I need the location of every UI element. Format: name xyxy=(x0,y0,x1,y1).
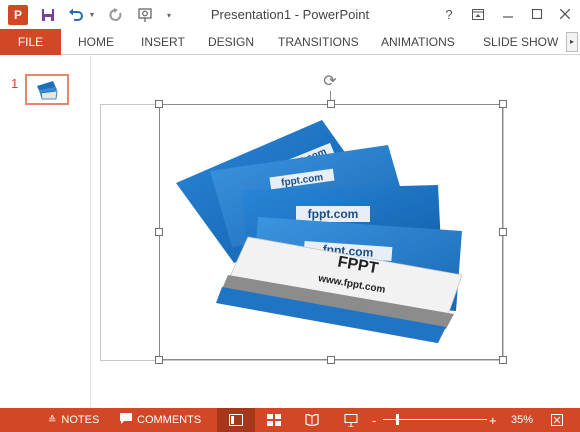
zoom-slider-thumb[interactable] xyxy=(396,414,399,425)
rotate-handle-icon[interactable]: ⟳ xyxy=(321,73,339,91)
slide-show-icon xyxy=(344,413,358,427)
notes-label: NOTES xyxy=(61,414,100,426)
minimize-icon[interactable] xyxy=(496,3,520,25)
resize-handle-bottom-right[interactable] xyxy=(499,356,507,364)
tab-design[interactable]: DESIGN xyxy=(208,29,254,55)
card-url-text: fppt.com xyxy=(308,207,359,221)
resize-handle-bottom-left[interactable] xyxy=(155,356,163,364)
slide-number: 1 xyxy=(11,76,19,91)
ribbon-scroll-right-button[interactable]: ▸ xyxy=(566,32,578,52)
comments-label: COMMENTS xyxy=(137,414,202,426)
resize-handle-top-left[interactable] xyxy=(155,100,163,108)
slide-thumbnail-pane: 1 xyxy=(0,56,91,408)
zoom-out-button[interactable]: - xyxy=(372,408,376,432)
window-title: Presentation1 - PowerPoint xyxy=(210,7,370,22)
slide-sorter-view-button[interactable] xyxy=(264,408,284,432)
tab-transitions[interactable]: TRANSITIONS xyxy=(278,29,359,55)
tab-insert[interactable]: INSERT xyxy=(141,29,185,55)
resize-handle-bottom[interactable] xyxy=(327,356,335,364)
slide-show-view-button[interactable] xyxy=(341,408,361,432)
tab-home[interactable]: HOME xyxy=(78,29,114,55)
comments-button[interactable]: COMMENTS xyxy=(120,408,201,432)
maximize-icon[interactable] xyxy=(525,3,549,25)
slide-sorter-icon xyxy=(267,414,281,426)
ribbon-display-options-icon[interactable] xyxy=(466,3,490,25)
reading-view-icon xyxy=(305,414,319,426)
comment-icon xyxy=(120,413,132,427)
business-cards-picture[interactable]: fppt.com fppt.com fppt.com fppt.com FPPT… xyxy=(170,115,470,345)
resize-handle-top[interactable] xyxy=(327,100,335,108)
tab-file[interactable]: FILE xyxy=(0,29,61,55)
fit-slide-to-window-button[interactable] xyxy=(549,408,565,432)
zoom-in-button[interactable]: + xyxy=(489,408,497,432)
status-bar: ≙ NOTES COMMENTS - + 35% xyxy=(0,408,580,432)
notes-icon: ≙ xyxy=(48,414,57,426)
resize-handle-left[interactable] xyxy=(155,228,163,236)
resize-handle-top-right[interactable] xyxy=(499,100,507,108)
zoom-level[interactable]: 35% xyxy=(511,408,533,432)
close-icon[interactable] xyxy=(553,3,577,25)
help-button[interactable]: ? xyxy=(437,3,461,25)
resize-handle-right[interactable] xyxy=(499,228,507,236)
ribbon-tabs: FILE HOME INSERT DESIGN TRANSITIONS ANIM… xyxy=(0,29,580,55)
normal-view-icon xyxy=(229,414,243,426)
title-bar: P ▼ ▾ Presentation1 - PowerPoint ? xyxy=(0,0,580,29)
normal-view-button[interactable] xyxy=(217,408,255,432)
notes-button[interactable]: ≙ NOTES xyxy=(48,408,99,432)
tab-animations[interactable]: ANIMATIONS xyxy=(381,29,455,55)
reading-view-button[interactable] xyxy=(302,408,322,432)
slide-thumbnail[interactable] xyxy=(25,74,69,105)
tab-slide-show[interactable]: SLIDE SHOW xyxy=(483,29,558,55)
fit-to-window-icon xyxy=(551,414,563,426)
